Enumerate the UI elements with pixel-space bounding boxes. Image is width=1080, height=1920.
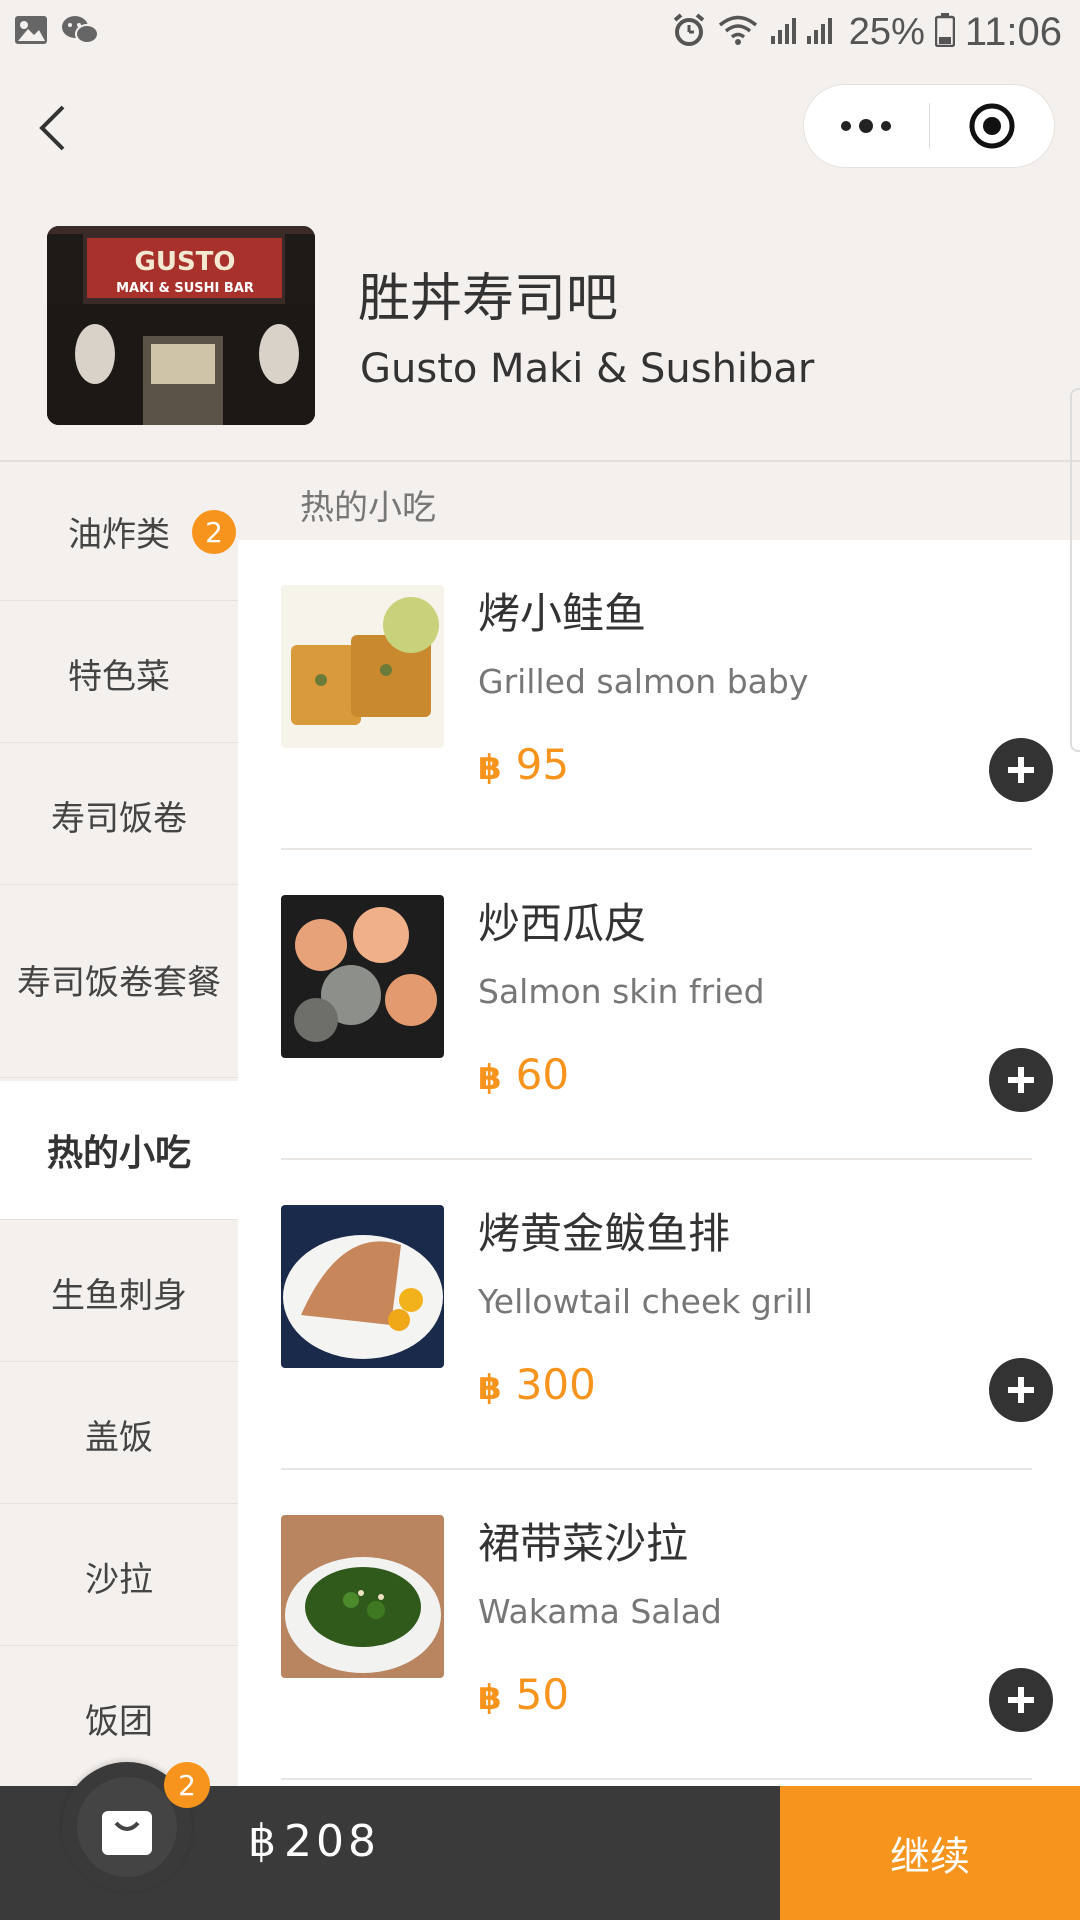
category-sidebar: 油炸类 2 特色菜 寿司饭卷 寿司饭卷套餐 热的小吃 生鱼刺身 盖饭 沙拉 饭团 — [0, 462, 238, 1788]
category-item-salads[interactable]: 沙拉 — [0, 1507, 238, 1646]
dish-name-en: Yellowtail cheek grill — [478, 1282, 813, 1321]
plus-icon — [1008, 757, 1034, 783]
add-to-cart-button[interactable] — [989, 1048, 1053, 1112]
cart-total: ฿ 208 — [248, 1816, 380, 1867]
currency-symbol: ฿ — [478, 1058, 502, 1098]
close-program-button[interactable] — [930, 84, 1055, 168]
category-label: 沙拉 — [85, 1559, 153, 1600]
menu-item: 烤小鲑鱼 Grilled salmon baby ฿ 95 — [281, 540, 1053, 850]
cart-count-badge: 2 — [164, 1762, 210, 1808]
plus-icon — [1008, 1067, 1034, 1093]
category-item-sushi-roll-sets[interactable]: 寿司饭卷套餐 — [0, 888, 238, 1078]
restaurant-name-cn: 胜丼寿司吧 — [358, 269, 619, 329]
restaurant-sign-text: GUSTO — [134, 247, 235, 277]
section-title: 热的小吃 — [300, 488, 436, 528]
dish-name-cn: 烤黄金鲅鱼排 — [478, 1209, 731, 1258]
plus-icon — [1008, 1377, 1034, 1403]
mini-program-capsule — [803, 84, 1055, 168]
add-to-cart-button[interactable] — [989, 738, 1053, 802]
category-label: 油炸类 — [68, 514, 170, 555]
clock: 11:06 — [964, 9, 1062, 54]
dish-photo — [281, 1515, 444, 1678]
currency-symbol: ฿ — [478, 1678, 502, 1718]
battery-percent: 25% — [848, 10, 925, 53]
total-value: 208 — [284, 1816, 380, 1867]
more-dots-icon — [841, 119, 892, 133]
dish-price: ฿ 60 — [478, 1050, 569, 1099]
category-item-sushi-rolls[interactable]: 寿司饭卷 — [0, 746, 238, 885]
signal-icon — [769, 14, 839, 50]
dish-name-en: Wakama Salad — [478, 1592, 722, 1631]
battery-icon — [934, 13, 956, 51]
category-label: 特色菜 — [68, 656, 170, 697]
dish-photo — [281, 585, 444, 748]
continue-button[interactable]: 继续 — [780, 1786, 1080, 1920]
category-label: 饭团 — [85, 1701, 153, 1742]
image-icon — [14, 15, 48, 49]
cart-inner — [77, 1777, 177, 1877]
category-item-sashimi[interactable]: 生鱼刺身 — [0, 1223, 238, 1362]
menu-item: 烤黄金鲅鱼排 Yellowtail cheek grill ฿ 300 — [281, 1160, 1053, 1470]
wechat-icon — [60, 14, 100, 50]
target-close-icon — [969, 103, 1015, 149]
chevron-left-icon — [39, 105, 65, 151]
dish-name-cn: 烤小鲑鱼 — [478, 589, 647, 638]
wifi-icon — [717, 14, 759, 50]
dish-name-cn: 裙带菜沙拉 — [478, 1519, 689, 1568]
dish-price: ฿ 95 — [478, 740, 569, 789]
category-label: 寿司饭卷 — [51, 798, 187, 839]
category-item-fried[interactable]: 油炸类 2 — [0, 462, 238, 601]
category-item-specials[interactable]: 特色菜 — [0, 604, 238, 743]
more-button[interactable] — [804, 84, 929, 168]
menu-item: 炒西瓜皮 Salmon skin fried ฿ 60 — [281, 850, 1053, 1160]
category-label: 盖饭 — [85, 1417, 153, 1458]
add-to-cart-button[interactable] — [989, 1358, 1053, 1422]
category-label: 寿司饭卷套餐 — [17, 962, 221, 1003]
category-label: 热的小吃 — [46, 1133, 191, 1174]
dish-price: ฿ 50 — [478, 1670, 569, 1719]
currency-symbol: ฿ — [478, 748, 502, 788]
plus-icon — [1008, 1687, 1034, 1713]
price-value: 60 — [515, 1050, 570, 1099]
category-label: 生鱼刺身 — [51, 1275, 187, 1316]
dish-price: ฿ 300 — [478, 1360, 596, 1409]
shopping-bag-icon — [102, 1811, 152, 1855]
price-value: 50 — [515, 1670, 570, 1719]
alarm-icon — [671, 12, 707, 52]
dish-name-cn: 炒西瓜皮 — [478, 899, 647, 948]
currency-symbol: ฿ — [248, 1816, 280, 1867]
currency-symbol: ฿ — [478, 1368, 502, 1408]
category-count-badge: 2 — [192, 510, 236, 554]
price-value: 300 — [515, 1360, 596, 1409]
restaurant-sign-subtext: MAKI & SUSHI BAR — [116, 281, 254, 296]
back-button[interactable] — [28, 96, 76, 160]
add-to-cart-button[interactable] — [989, 1668, 1053, 1732]
menu-item: 裙带菜沙拉 Wakama Salad ฿ 50 — [281, 1470, 1053, 1780]
menu-item-list: 烤小鲑鱼 Grilled salmon baby ฿ 95 炒西瓜皮 Salmo… — [238, 540, 1080, 1786]
category-item-hot-snacks[interactable]: 热的小吃 — [0, 1081, 238, 1220]
dish-name-en: Grilled salmon baby — [478, 662, 809, 701]
dish-photo — [281, 1205, 444, 1368]
price-value: 95 — [515, 740, 570, 789]
item-divider — [281, 1778, 1032, 1780]
restaurant-photo: GUSTO MAKI & SUSHI BAR — [47, 226, 315, 425]
dish-photo — [281, 895, 444, 1058]
status-bar: 25% 11:06 — [0, 0, 1080, 64]
scroll-indicator[interactable] — [1070, 388, 1080, 752]
category-item-rice-bowls[interactable]: 盖饭 — [0, 1365, 238, 1504]
dish-name-en: Salmon skin fried — [478, 972, 765, 1011]
restaurant-name-en: Gusto Maki & Sushibar — [360, 346, 815, 392]
